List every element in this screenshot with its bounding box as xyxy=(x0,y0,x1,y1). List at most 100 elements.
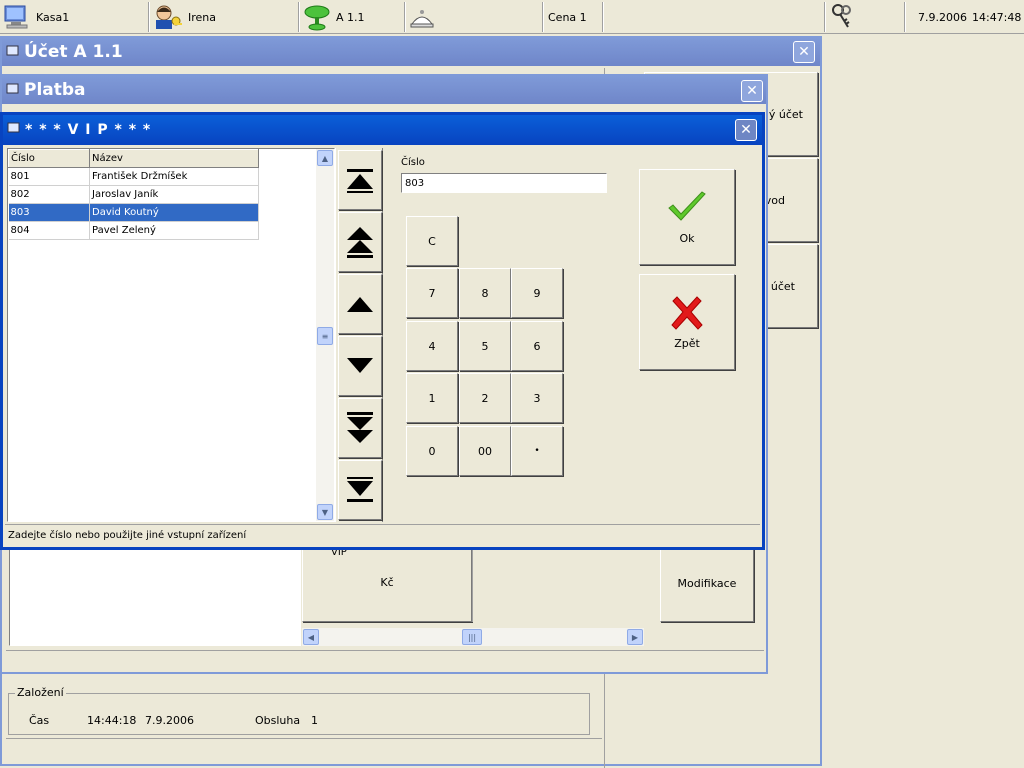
time-value: 14:44:18 xyxy=(87,714,137,727)
keypad-5-button[interactable]: 5 xyxy=(459,321,511,371)
payment-list[interactable] xyxy=(9,546,301,646)
staff-value: 1 xyxy=(311,714,318,727)
date: 7.9.2006 xyxy=(918,10,967,24)
keypad-clear-button[interactable]: C xyxy=(406,216,458,266)
button-label: účet xyxy=(770,279,795,293)
table-row[interactable]: 802 Jaroslav Janík xyxy=(8,185,259,204)
divider xyxy=(824,2,825,32)
divider xyxy=(404,2,405,32)
vip-status-bar: Zadejte číslo nebo použijte jiné vstupní… xyxy=(5,524,760,546)
payment-status-bar xyxy=(6,650,764,670)
table-name: A 1.1 xyxy=(336,10,365,24)
vip-window-title: * * * V I P * * * xyxy=(25,122,152,138)
keypad-0-button[interactable]: 0 xyxy=(406,426,458,476)
window-icon xyxy=(6,83,19,94)
payment-window-titlebar: Platba xyxy=(2,76,766,104)
vip-currency-button[interactable]: VIP Kč xyxy=(302,542,472,622)
register-name: Kasa1 xyxy=(36,10,70,24)
keypad-dot-button[interactable]: • xyxy=(511,426,563,476)
divider xyxy=(542,2,543,32)
ok-button[interactable]: Ok xyxy=(639,169,735,265)
table-icon xyxy=(304,5,330,31)
keypad-6-button[interactable]: 6 xyxy=(511,321,563,371)
scroll-right-icon[interactable]: ▶ xyxy=(627,629,643,645)
keypad-9-button[interactable]: 9 xyxy=(511,268,563,318)
register-cell[interactable]: Kasa1 xyxy=(2,1,147,33)
keypad-1-button[interactable]: 1 xyxy=(406,373,458,423)
table-row[interactable]: 801 František Držmíšek xyxy=(8,167,259,186)
keypad-8-button[interactable]: 8 xyxy=(459,268,511,318)
page-down-button[interactable] xyxy=(338,398,382,458)
row-name: Pavel Zelený xyxy=(89,221,259,240)
horizontal-scrollbar[interactable]: ◀ ||| ▶ xyxy=(302,628,644,646)
keypad-4-button[interactable]: 4 xyxy=(406,321,458,371)
arrow-last-icon xyxy=(347,477,373,502)
keypad-7-button[interactable]: 7 xyxy=(406,268,458,318)
row-number: 802 xyxy=(8,185,90,204)
payment-window-title: Platba xyxy=(24,80,86,100)
scroll-thumb[interactable]: ||| xyxy=(462,629,482,645)
top-status-bar: Kasa1 Irena A 1.1 Cena 1 7.9.2006 14:47:… xyxy=(0,0,1024,34)
column-header-name[interactable]: Název xyxy=(89,149,259,168)
currency-label: Kč xyxy=(380,575,394,589)
date-value: 7.9.2006 xyxy=(145,714,194,727)
back-label: Zpět xyxy=(674,336,700,350)
scroll-down-icon[interactable]: ▼ xyxy=(317,504,333,520)
scroll-up-icon[interactable]: ▲ xyxy=(317,150,333,166)
column-header-number[interactable]: Číslo xyxy=(8,149,90,168)
price-level: Cena 1 xyxy=(548,10,587,24)
close-icon[interactable]: ✕ xyxy=(735,119,757,141)
created-group: Založení Čas 14:44:18 7.9.2006 Obsluha 1 xyxy=(8,686,590,735)
table-header-row: Číslo Název xyxy=(8,149,259,168)
waiter-cell[interactable] xyxy=(408,1,448,33)
keys-icon xyxy=(832,4,851,28)
keypad-2-button[interactable]: 2 xyxy=(459,373,511,423)
vip-window: * * * V I P * * * ✕ Číslo Název 801 Fran… xyxy=(0,112,765,550)
row-name: David Koutný xyxy=(89,203,259,222)
computer-icon xyxy=(4,5,28,29)
close-icon[interactable]: ✕ xyxy=(793,41,815,63)
lock-cell[interactable] xyxy=(828,1,860,33)
first-record-button[interactable] xyxy=(338,150,382,210)
vertical-scrollbar[interactable]: ▲ ≡ ▼ xyxy=(316,149,334,521)
divider xyxy=(602,2,603,32)
next-button[interactable] xyxy=(338,336,382,396)
keypad-3-button[interactable]: 3 xyxy=(511,373,563,423)
arrow-up-icon xyxy=(347,297,373,312)
page-up-button[interactable] xyxy=(338,212,382,272)
time: 14:47:48 xyxy=(971,10,1022,24)
divider xyxy=(148,2,149,32)
table-row[interactable]: 804 Pavel Zelený xyxy=(8,221,259,240)
hand-bell-icon xyxy=(410,10,434,28)
table-row-selected[interactable]: 803 David Koutný xyxy=(8,203,259,222)
ok-label: Ok xyxy=(679,231,695,245)
checkmark-icon xyxy=(668,190,706,221)
row-number: 801 xyxy=(8,167,90,186)
previous-button[interactable] xyxy=(338,274,382,334)
last-record-button[interactable] xyxy=(338,460,382,520)
close-icon[interactable]: ✕ xyxy=(741,80,763,102)
vip-table: Číslo Název 801 František Držmíšek 802 J… xyxy=(8,149,259,240)
window-icon xyxy=(6,45,19,56)
table-cell[interactable]: A 1.1 xyxy=(302,1,402,33)
button-label: ný účet xyxy=(761,107,803,121)
empty-cell xyxy=(472,542,644,622)
back-button[interactable]: Zpět xyxy=(639,274,735,370)
modify-button[interactable]: Modifikace xyxy=(660,544,754,622)
user-cell[interactable]: Irena xyxy=(152,1,297,33)
cross-icon xyxy=(671,295,703,330)
number-input[interactable] xyxy=(401,173,607,193)
double-arrow-down-icon xyxy=(347,412,373,443)
price-level-cell[interactable]: Cena 1 xyxy=(548,1,600,33)
vip-list[interactable]: Číslo Název 801 František Držmíšek 802 J… xyxy=(7,148,335,522)
arrow-first-icon xyxy=(347,169,373,193)
row-name: František Držmíšek xyxy=(89,167,259,186)
divider xyxy=(298,2,299,32)
modify-label: Modifikace xyxy=(677,576,737,590)
scroll-thumb[interactable]: ≡ xyxy=(317,327,333,345)
window-icon xyxy=(7,122,20,133)
number-label: Číslo xyxy=(401,157,425,168)
status-text: Zadejte číslo nebo použijte jiné vstupní… xyxy=(8,530,247,541)
scroll-left-icon[interactable]: ◀ xyxy=(303,629,319,645)
keypad-00-button[interactable]: 00 xyxy=(459,426,511,476)
